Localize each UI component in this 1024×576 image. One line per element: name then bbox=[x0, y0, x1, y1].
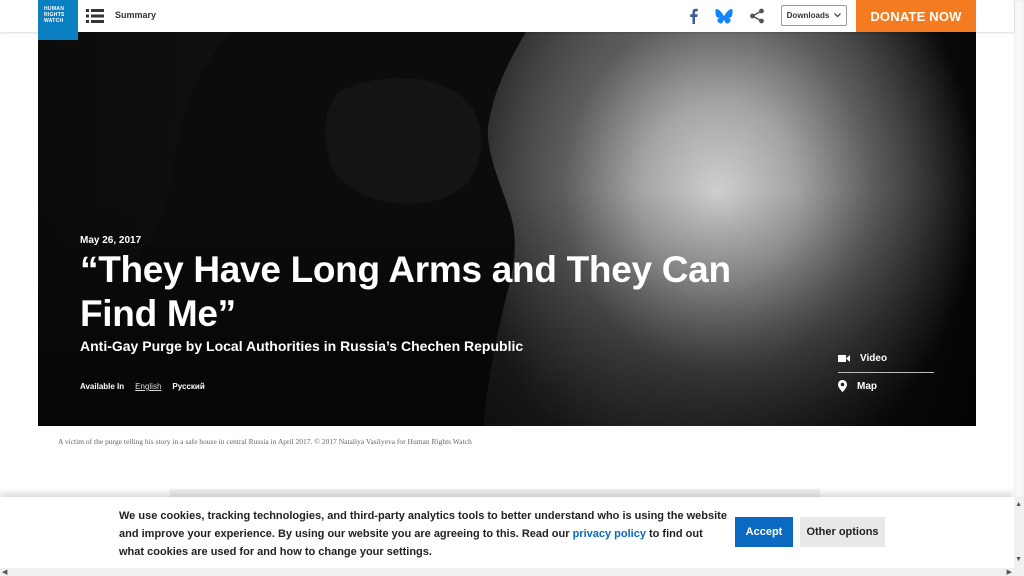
scroll-down-arrow-icon[interactable]: ▼ bbox=[1015, 556, 1022, 563]
hero-shade-overlay bbox=[38, 32, 976, 426]
available-languages: Available In English Русский bbox=[80, 382, 205, 391]
summary-link[interactable]: Summary bbox=[115, 10, 156, 20]
logo-line-3: WATCH bbox=[44, 18, 64, 24]
hero-banner: May 26, 2017 “They Have Long Arms and Th… bbox=[38, 32, 976, 426]
accept-cookies-button[interactable]: Accept bbox=[735, 517, 793, 547]
cookie-message: We use cookies, tracking technologies, a… bbox=[119, 507, 729, 561]
downloads-label: Downloads bbox=[786, 11, 830, 20]
chevron-down-icon bbox=[834, 13, 842, 18]
scroll-right-arrow-icon[interactable]: ▶ bbox=[1007, 568, 1012, 576]
map-label: Map bbox=[857, 380, 877, 392]
language-english[interactable]: English bbox=[135, 382, 161, 391]
cookie-consent-banner: We use cookies, tracking technologies, a… bbox=[0, 497, 1014, 576]
available-in-label: Available In bbox=[80, 382, 125, 391]
language-russian[interactable]: Русский bbox=[172, 382, 204, 391]
facebook-icon[interactable] bbox=[685, 7, 703, 25]
video-label: Video bbox=[860, 353, 888, 364]
top-navigation-bar: Summary Downloads DONATE NOW bbox=[0, 0, 1014, 32]
vertical-scrollbar[interactable]: ▲ ▼ bbox=[1014, 0, 1024, 576]
hrw-logo[interactable]: HUMAN RIGHTS WATCH bbox=[38, 0, 78, 40]
publication-date: May 26, 2017 bbox=[80, 235, 142, 246]
report-subtitle: Anti-Gay Purge by Local Authorities in R… bbox=[80, 338, 524, 354]
downloads-dropdown[interactable]: Downloads bbox=[781, 5, 847, 26]
share-icon[interactable] bbox=[748, 7, 766, 25]
horizontal-scrollbar[interactable]: ◀ ▶ bbox=[0, 568, 1014, 576]
scroll-left-arrow-icon[interactable]: ◀ bbox=[2, 568, 7, 576]
scrollbar-thumb[interactable] bbox=[1015, 2, 1023, 497]
media-divider bbox=[838, 372, 934, 373]
map-pin-icon bbox=[838, 380, 847, 392]
report-title: “They Have Long Arms and They Can Find M… bbox=[80, 249, 731, 334]
map-link[interactable]: Map bbox=[838, 380, 934, 392]
hamburger-list-icon[interactable] bbox=[86, 9, 104, 23]
scroll-up-arrow-icon[interactable]: ▲ bbox=[1015, 501, 1022, 508]
privacy-policy-link[interactable]: privacy policy bbox=[573, 528, 646, 540]
video-camera-icon bbox=[838, 355, 850, 362]
bluesky-icon[interactable] bbox=[715, 7, 733, 25]
other-options-button[interactable]: Other options bbox=[800, 517, 885, 547]
video-link[interactable]: Video bbox=[838, 353, 934, 364]
donate-now-button[interactable]: DONATE NOW bbox=[856, 0, 976, 32]
photo-caption: A victim of the purge telling his story … bbox=[58, 437, 472, 446]
